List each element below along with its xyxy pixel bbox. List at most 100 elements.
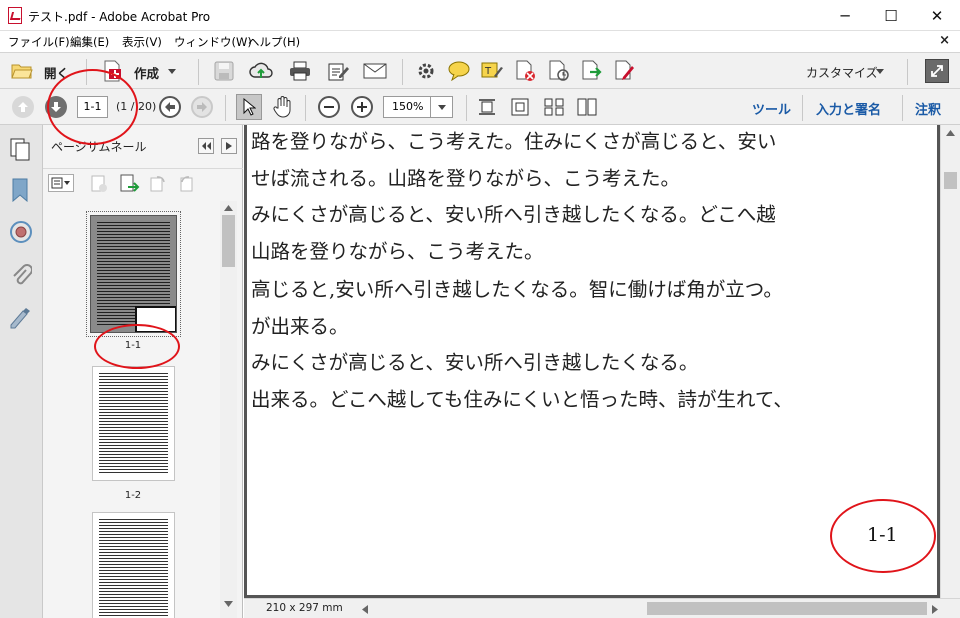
menu-edit[interactable]: 編集(E) (70, 34, 109, 50)
toolbar-divider (198, 59, 199, 85)
two-page-view-icon[interactable] (576, 97, 598, 120)
fit-width-icon[interactable] (478, 97, 496, 120)
mail-icon[interactable] (363, 60, 387, 82)
menu-file[interactable]: ファイル(F) (8, 34, 70, 50)
attachment-icon[interactable] (10, 262, 33, 291)
rotate-ccw-icon[interactable] (148, 174, 168, 197)
toolbar-divider (802, 95, 803, 121)
document-text-line: みにくさが高じると、安い所へ引き越したくなる。 (251, 351, 699, 374)
delete-pages-icon[interactable] (89, 174, 109, 197)
tools-pane-button[interactable]: ツール (752, 99, 791, 118)
toolbar-divider (907, 59, 908, 85)
toolbar-divider (466, 95, 467, 121)
scroll-up-icon[interactable] (224, 205, 233, 211)
maximize-button[interactable]: ☐ (868, 0, 914, 31)
scroll-thumb[interactable] (222, 215, 235, 267)
highlight-icon[interactable]: T (480, 60, 504, 82)
fill-and-sign-pane-button[interactable]: 入力と署名 (816, 99, 881, 118)
scroll-right-icon[interactable] (932, 605, 938, 614)
previous-page-icon[interactable] (12, 96, 34, 118)
fit-page-icon[interactable] (510, 97, 530, 120)
zoom-level-input[interactable]: 150% (383, 96, 431, 118)
thumbnail-list: 1-1 1-2 (43, 201, 220, 618)
cloud-upload-icon[interactable] (249, 60, 273, 82)
settings-icon[interactable] (414, 60, 438, 82)
viewport-box (135, 306, 176, 332)
thumbnail-scrollbar[interactable] (220, 201, 237, 618)
zoom-dropdown-button[interactable] (431, 96, 453, 118)
page-number-footer: 1-1 (867, 524, 898, 546)
scroll-up-icon[interactable] (946, 130, 955, 136)
title-bar: テスト.pdf - Adobe Acrobat Pro ─ ☐ ✕ (0, 0, 960, 31)
options-menu-icon[interactable] (48, 174, 74, 192)
page-number-input[interactable]: 1-1 (77, 96, 108, 118)
edit-icon[interactable] (326, 60, 350, 82)
document-view[interactable]: 路を登りながら、こう考えた。住みにくさが高じると、安い せば流される。山路を登り… (244, 125, 940, 598)
menu-help[interactable]: ヘルプ(H) (248, 34, 300, 50)
document-text-line: 山路を登りながら、こう考えた。 (251, 240, 544, 263)
toolbar-divider (305, 95, 306, 121)
save-icon[interactable] (212, 60, 236, 82)
create-button[interactable]: 作成 (134, 63, 159, 82)
zoom-out-previous-view-icon[interactable] (159, 96, 181, 118)
document-text-line: 出来る。どこへ越しても住みにくいと悟った時、詩が生れて、 (251, 388, 793, 411)
scroll-thumb[interactable] (944, 172, 957, 189)
comment-icon[interactable] (447, 60, 471, 82)
rotate-cw-icon[interactable] (178, 174, 198, 197)
horizontal-scroll-thumb[interactable] (647, 602, 927, 615)
document-text-line: 高じると,安い所へ引き越したくなる。智に働けば角が立つ。 (251, 278, 783, 301)
next-view-icon[interactable] (191, 96, 213, 118)
scrolling-mode-icon[interactable] (543, 97, 565, 120)
comment-pane-button[interactable]: 注釈 (915, 99, 941, 118)
page-thumbnails-panel: ページサムネール 1-1 1-2 (43, 125, 243, 618)
create-pdf-icon[interactable] (100, 60, 124, 82)
document-scrollbar[interactable] (940, 125, 960, 598)
svg-text:T: T (484, 66, 492, 77)
document-text-line: みにくさが高じると、安い所へ引き越したくなる。どこへ越 (251, 203, 776, 226)
extract-pages-icon[interactable] (118, 173, 140, 198)
toolbar-divider (902, 95, 903, 121)
menu-bar: ファイル(F) 編集(E) 表示(V) ウィンドウ(W) ヘルプ(H) × (0, 31, 960, 52)
page-thumbnails-icon[interactable] (9, 137, 31, 164)
zoom-in-icon[interactable] (351, 96, 373, 118)
customize-button[interactable]: カスタマイズ (806, 64, 878, 81)
next-page-icon[interactable] (45, 96, 67, 118)
page-count: (1 / 20) (116, 100, 157, 113)
thumbnail-label: 1-2 (124, 490, 142, 501)
redact-icon[interactable] (514, 60, 538, 82)
thumbnail-page-1[interactable] (86, 211, 181, 337)
menu-window[interactable]: ウィンドウ(W) (174, 34, 252, 50)
expand-icon[interactable] (925, 59, 949, 83)
status-bar: 210 x 297 mm (244, 598, 960, 618)
export-icon[interactable] (580, 60, 604, 82)
close-button[interactable]: ✕ (914, 0, 960, 31)
hand-tool-icon[interactable] (270, 95, 296, 119)
chevron-down-icon[interactable] (876, 69, 884, 74)
send-icon[interactable] (547, 60, 571, 82)
document-text-line: 路を登りながら、こう考えた。住みにくさが高じると、安い (251, 130, 777, 153)
print-icon[interactable] (288, 60, 312, 82)
zoom-out-icon[interactable] (318, 96, 340, 118)
signatures-icon[interactable] (9, 220, 33, 247)
content-tools-icon[interactable] (9, 307, 33, 332)
collapse-panel-icon[interactable] (198, 138, 214, 154)
thumbnail-page-2[interactable] (92, 366, 175, 481)
chevron-down-icon[interactable] (168, 69, 176, 74)
menu-view[interactable]: 表示(V) (122, 34, 162, 50)
select-cursor-icon[interactable] (236, 94, 262, 120)
panel-menu-icon[interactable] (221, 138, 237, 154)
close-document-button[interactable]: × (939, 33, 950, 48)
toolbar-divider (402, 59, 403, 85)
fill-sign-icon[interactable] (613, 60, 637, 82)
thumbnail-page-3[interactable] (92, 512, 175, 618)
open-button[interactable]: 開く (44, 63, 69, 82)
folder-open-icon[interactable] (10, 60, 34, 82)
scroll-down-icon[interactable] (224, 601, 233, 607)
scroll-left-icon[interactable] (362, 605, 368, 614)
pdf-file-icon (8, 7, 22, 24)
toolbar-divider (225, 95, 226, 121)
minimize-button[interactable]: ─ (822, 0, 868, 31)
bookmark-icon[interactable] (11, 178, 29, 205)
page-navigation-toolbar: 1-1 (1 / 20) 150% ツール 入力と署名 注釈 (0, 89, 960, 125)
navigation-pane-strip (0, 125, 43, 618)
